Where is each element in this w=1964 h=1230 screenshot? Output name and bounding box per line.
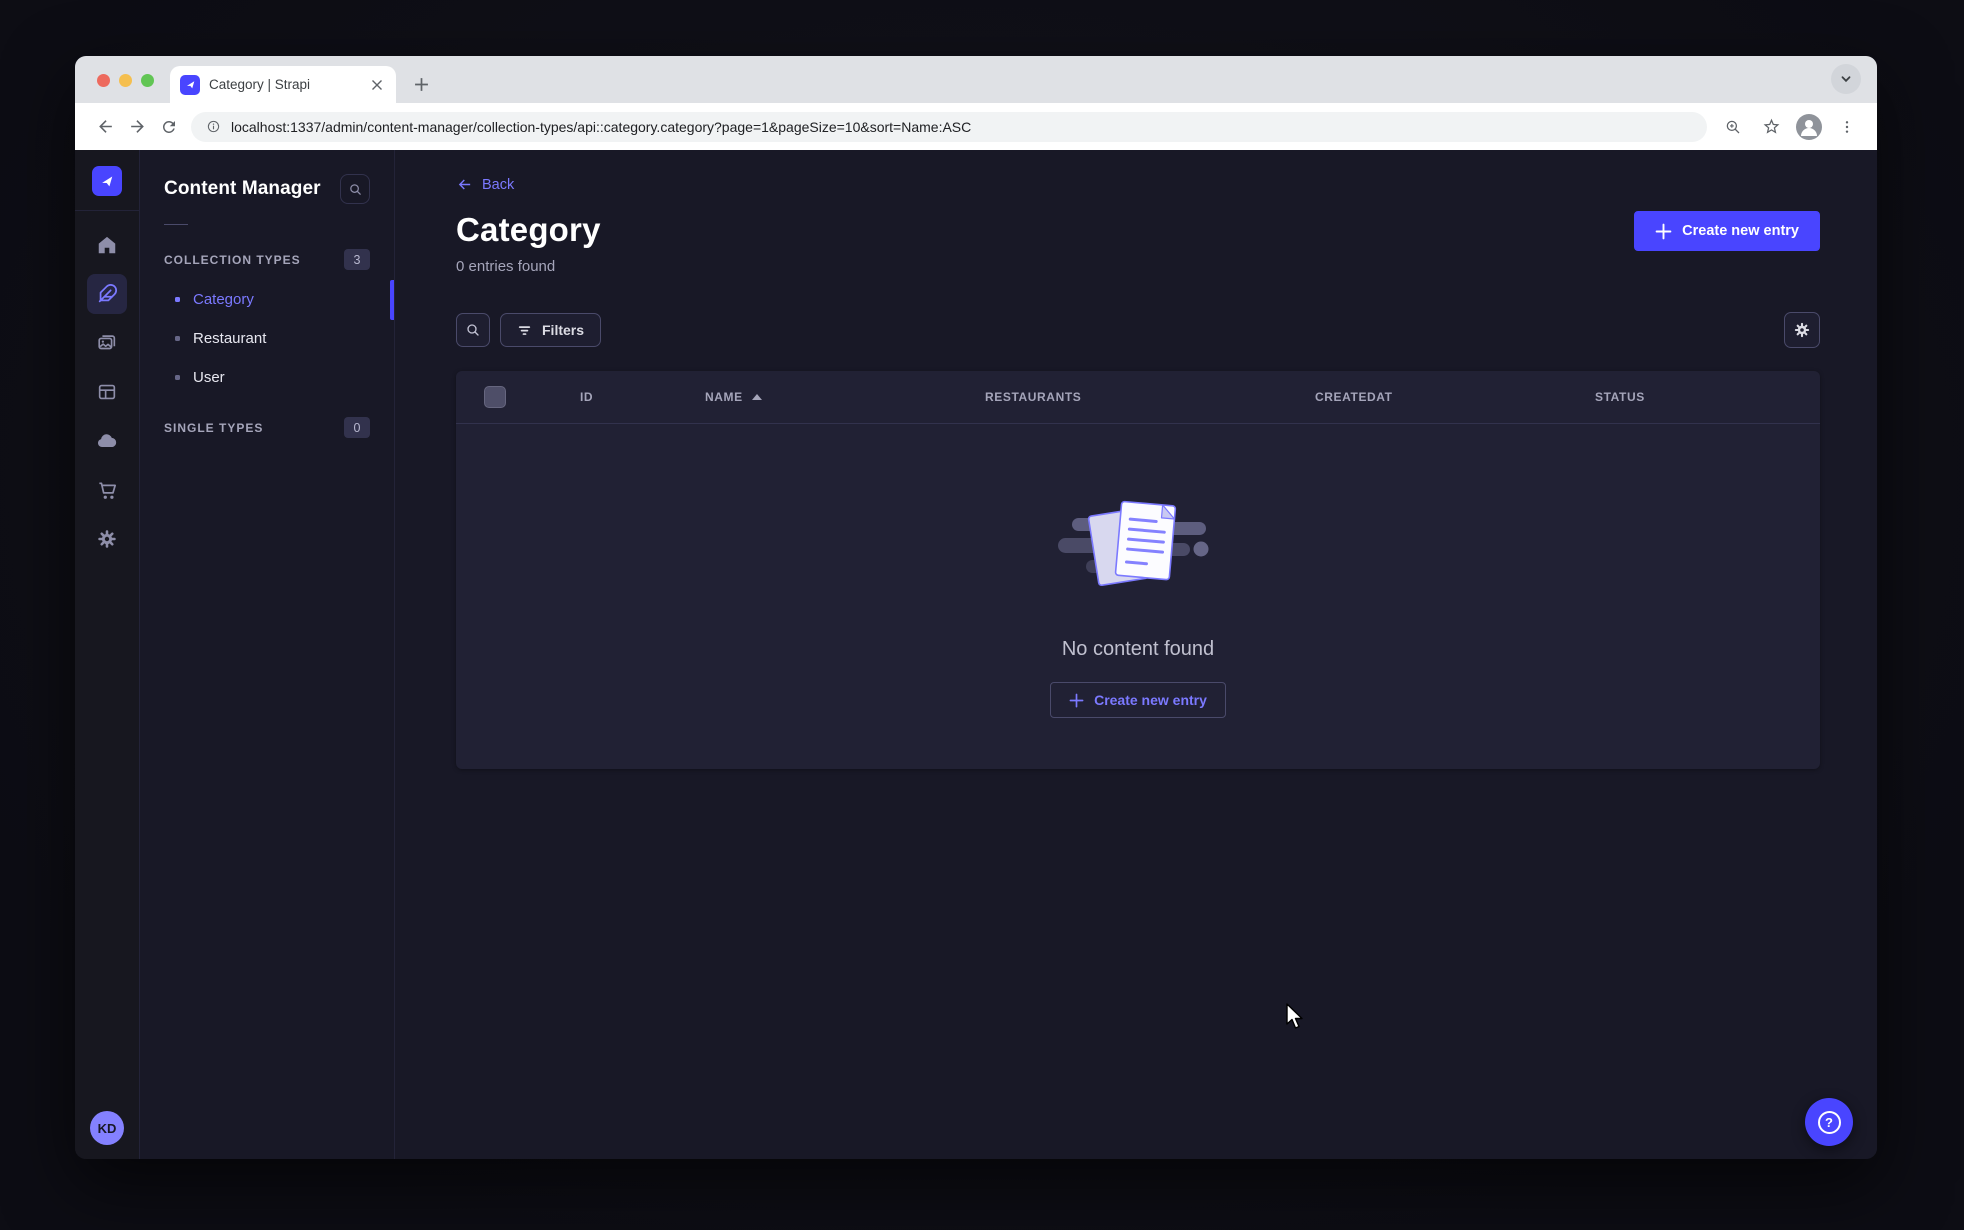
browser-tab[interactable]: Category | Strapi (170, 66, 396, 103)
bullet-icon (175, 297, 180, 302)
single-types-label: SINGLE TYPES (164, 420, 264, 435)
subnav-item-label: Category (193, 291, 254, 308)
divider (164, 224, 188, 225)
url-bar[interactable]: localhost:1337/admin/content-manager/col… (191, 111, 1707, 142)
single-types-count-badge: 0 (344, 417, 370, 438)
tab-close-icon[interactable] (368, 76, 386, 94)
subnav-search-button[interactable] (340, 174, 370, 204)
content-manager-subnav: Content Manager COLLECTION TYPES 3 Categ… (140, 150, 395, 1159)
strapi-logo-icon[interactable] (92, 166, 122, 196)
subnav-title: Content Manager (164, 178, 321, 199)
window-close-button[interactable] (97, 74, 110, 87)
select-all-checkbox[interactable] (484, 386, 506, 408)
entries-found-text: 0 entries found (456, 258, 556, 275)
site-info-icon[interactable] (206, 119, 221, 134)
subnav-item-label: Restaurant (193, 330, 267, 347)
reload-icon[interactable] (153, 111, 185, 143)
column-header-id[interactable]: ID (580, 390, 705, 404)
plus-icon (1655, 223, 1672, 239)
search-button[interactable] (456, 313, 490, 347)
column-header-status[interactable]: STATUS (1595, 390, 1792, 404)
search-icon (467, 324, 479, 336)
tab-title: Category | Strapi (209, 77, 311, 92)
marketplace-cart-icon[interactable] (87, 470, 127, 510)
tab-search-chevron-icon[interactable] (1831, 64, 1861, 94)
new-tab-button[interactable] (406, 69, 436, 99)
column-header-name[interactable]: NAME (705, 390, 985, 404)
browser-window: Category | Strapi localhost:1337/admin/c… (75, 56, 1877, 1159)
content-manager-feather-icon[interactable] (87, 274, 127, 314)
collection-types-section-header: COLLECTION TYPES 3 (140, 239, 394, 280)
profile-avatar-icon[interactable] (1793, 111, 1825, 143)
back-nav-icon[interactable] (89, 111, 121, 143)
media-library-icon[interactable] (87, 323, 127, 363)
browser-tab-bar: Category | Strapi (75, 56, 1877, 103)
filters-button[interactable]: Filters (500, 313, 602, 347)
help-button[interactable]: ? (1805, 1098, 1853, 1146)
browser-menu-dots-icon[interactable] (1831, 111, 1863, 143)
entries-table-card: ID NAME RESTAURANTS CREATEDAT STATUS No … (456, 371, 1820, 769)
cloud-icon[interactable] (87, 421, 127, 461)
window-controls (97, 74, 154, 87)
create-new-entry-button[interactable]: Create new entry (1634, 211, 1820, 251)
strapi-logo-section (75, 150, 139, 211)
subnav-item-label: User (193, 369, 225, 386)
back-link[interactable]: Back (456, 176, 514, 193)
home-icon[interactable] (87, 225, 127, 265)
collection-types-label: COLLECTION TYPES (164, 252, 301, 267)
subnav-item-user[interactable]: User (140, 358, 394, 397)
window-minimize-button[interactable] (119, 74, 132, 87)
single-types-section-header: SINGLE TYPES 0 (140, 407, 394, 448)
empty-create-new-entry-button[interactable]: Create new entry (1050, 682, 1226, 718)
subnav-item-restaurant[interactable]: Restaurant (140, 319, 394, 358)
bookmark-star-icon[interactable] (1755, 111, 1787, 143)
back-arrow-icon (458, 179, 471, 190)
subnav-item-category[interactable]: Category (140, 280, 394, 319)
content-type-builder-icon[interactable] (87, 372, 127, 412)
filter-icon (518, 325, 531, 335)
plus-icon (1069, 693, 1084, 707)
desktop-background: Category | Strapi localhost:1337/admin/c… (0, 0, 1964, 1230)
page-title: Category (456, 211, 601, 248)
sort-ascending-icon (751, 394, 762, 400)
gear-icon (1794, 322, 1810, 338)
toolbar-right (1717, 111, 1863, 143)
main-nav-rail: KD (75, 150, 140, 1159)
question-mark-icon: ? (1817, 1110, 1841, 1134)
column-header-restaurants[interactable]: RESTAURANTS (985, 390, 1315, 404)
user-avatar[interactable]: KD (90, 1111, 124, 1145)
strapi-favicon-icon (180, 74, 200, 95)
view-settings-button[interactable] (1784, 312, 1820, 348)
bullet-icon (175, 336, 180, 341)
empty-state: No content found Create new entry (456, 424, 1820, 769)
back-label: Back (482, 176, 515, 193)
forward-nav-icon[interactable] (121, 111, 153, 143)
table-header-row: ID NAME RESTAURANTS CREATEDAT STATUS (456, 371, 1820, 424)
window-zoom-button[interactable] (141, 74, 154, 87)
column-header-createdat[interactable]: CREATEDAT (1315, 390, 1595, 404)
empty-state-message: No content found (1061, 638, 1215, 660)
main-content: Back Category Create new entry 0 entries… (395, 150, 1877, 1159)
strapi-app: KD Content Manager COLLECTION TYPES 3 Ca… (75, 150, 1877, 1159)
url-text: localhost:1337/admin/content-manager/col… (231, 118, 972, 135)
no-content-illustration (1058, 500, 1209, 587)
settings-gear-icon[interactable] (87, 519, 127, 559)
browser-toolbar: localhost:1337/admin/content-manager/col… (75, 103, 1877, 150)
collection-types-count-badge: 3 (344, 249, 370, 270)
bullet-icon (175, 375, 180, 380)
zoom-page-icon[interactable] (1717, 111, 1749, 143)
